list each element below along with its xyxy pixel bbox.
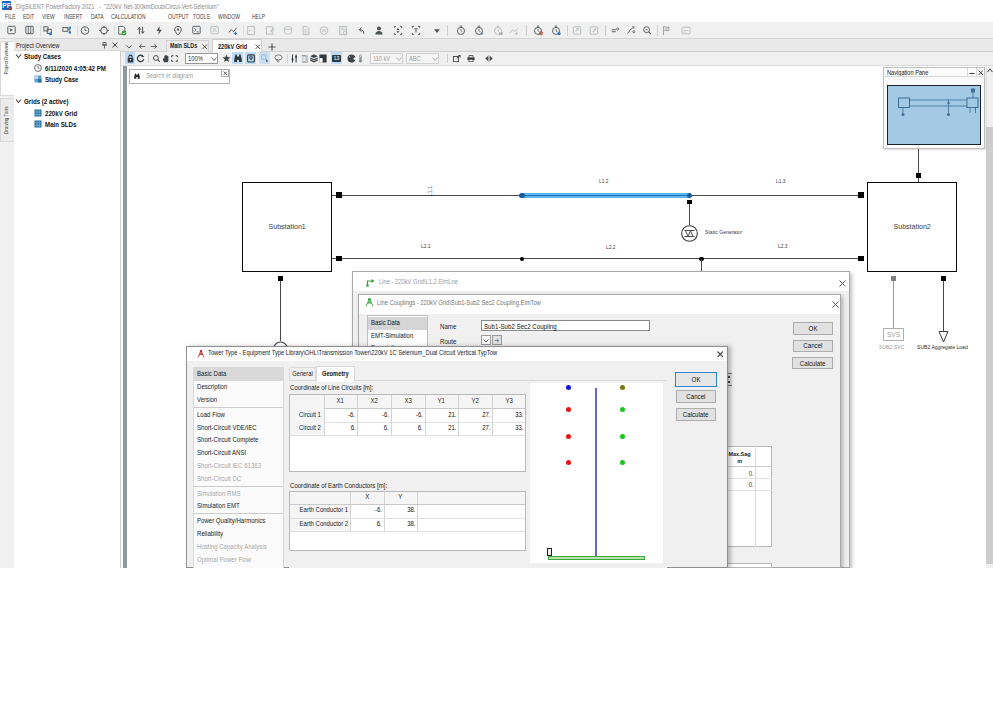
svg-text:PF: PF [2, 2, 10, 9]
